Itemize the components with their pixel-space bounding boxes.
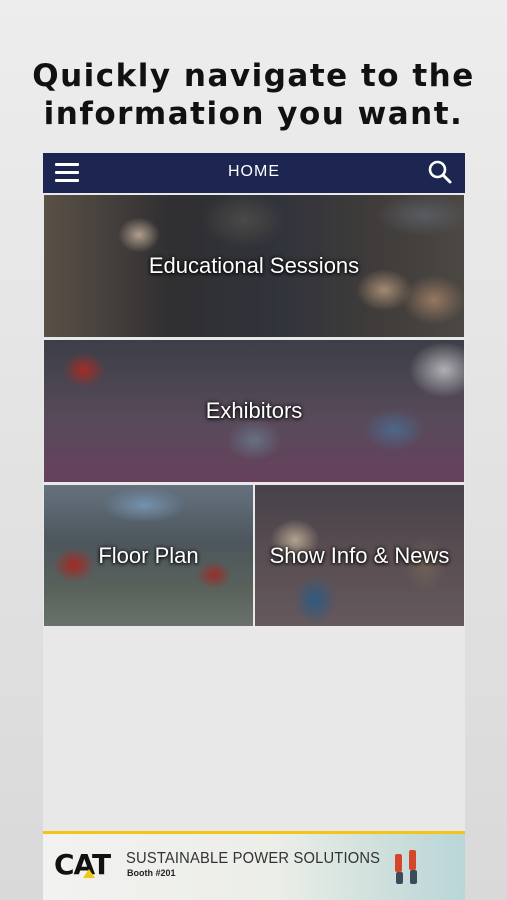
exhibitors-label: Exhibitors: [205, 398, 303, 423]
promo-headline: Quickly navigate to the information you …: [0, 57, 507, 133]
app-screen: HOME Educational Sessions Exhibitors Flo…: [43, 153, 465, 900]
educational-sessions-tile[interactable]: Educational Sessions: [44, 195, 464, 337]
educational-sessions-label: Educational Sessions: [148, 253, 360, 278]
floor-plan-tile[interactable]: Floor Plan: [44, 485, 253, 626]
show-info-news-tile[interactable]: Show Info & News: [255, 485, 464, 626]
workers-illustration: [391, 848, 425, 886]
sponsor-banner[interactable]: CAT SUSTAINABLE POWER SOLUTIONS Booth #2…: [43, 831, 465, 900]
banner-title: SUSTAINABLE POWER SOLUTIONS: [126, 850, 381, 867]
search-icon[interactable]: [427, 159, 453, 185]
cat-logo-triangle: [83, 869, 95, 878]
page-title: HOME: [228, 163, 280, 180]
exhibitors-tile[interactable]: Exhibitors: [44, 340, 464, 482]
top-navigation-bar: HOME: [43, 153, 465, 193]
cat-logo: CAT: [54, 848, 111, 881]
show-info-news-label: Show Info & News: [269, 542, 450, 568]
headline-line-2: information you want.: [43, 96, 464, 132]
floor-plan-label: Floor Plan: [98, 542, 199, 568]
banner-booth: Booth #201: [127, 868, 176, 878]
headline-line-1: Quickly navigate to the: [32, 58, 475, 94]
